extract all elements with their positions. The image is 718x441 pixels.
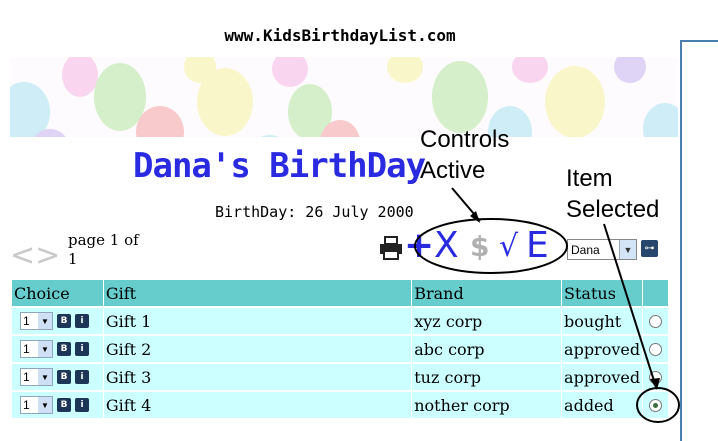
info-icon[interactable]: i: [75, 342, 89, 356]
page-frame-top: [680, 40, 718, 42]
status-cell: approved: [562, 362, 644, 390]
column-header-choice: Choice: [12, 280, 104, 306]
row-select-radio[interactable]: [649, 370, 663, 384]
table-row: 1 ▼ Bi Gift 4 nother corp added: [12, 390, 669, 418]
column-header-status: Status: [562, 280, 644, 306]
go-key-button[interactable]: ⊶: [641, 240, 658, 257]
select-cell: [643, 362, 669, 390]
price-icon[interactable]: $: [470, 230, 489, 264]
quantity-value: 1: [23, 370, 30, 384]
page-indicator-line2: 1: [68, 250, 78, 268]
chevron-down-icon[interactable]: ▼: [38, 369, 52, 385]
edit-icon[interactable]: E: [526, 226, 549, 266]
status-cell: bought: [562, 306, 644, 334]
quantity-value: 1: [23, 398, 30, 412]
info-icon[interactable]: i: [75, 398, 89, 412]
quantity-select[interactable]: 1 ▼: [20, 312, 53, 330]
status-cell: added: [562, 390, 644, 418]
table-header-row: Choice Gift Brand Status: [12, 280, 669, 306]
user-select[interactable]: Dana ▼: [567, 239, 637, 260]
gift-table: Choice Gift Brand Status 1 ▼ Bi Gift 1 xyz c…: [12, 280, 669, 418]
user-select-value: Dana: [571, 242, 600, 257]
page-frame-edge: [680, 40, 682, 441]
quantity-value: 1: [23, 314, 30, 328]
details-b-icon[interactable]: B: [57, 398, 71, 412]
controls-arrow-line: [451, 187, 481, 222]
site-url: www.KidsBirthdayList.com: [224, 26, 456, 45]
brand-cell: nother corp: [412, 390, 563, 418]
annotation-item-selected: Item Selected: [566, 163, 659, 225]
row-select-radio[interactable]: [649, 342, 663, 356]
select-cell: [643, 390, 669, 418]
add-icon[interactable]: +: [404, 228, 434, 264]
pager: <>: [10, 238, 60, 273]
delete-icon[interactable]: X: [434, 226, 459, 266]
column-header-brand: Brand: [412, 280, 563, 306]
quantity-value: 1: [23, 342, 30, 356]
brand-cell: abc corp: [412, 334, 563, 362]
details-b-icon[interactable]: B: [57, 370, 71, 384]
quantity-select[interactable]: 1 ▼: [20, 396, 53, 414]
annotation-item-line1: Item: [566, 165, 613, 192]
select-cell: [643, 334, 669, 362]
chevron-down-icon[interactable]: ▼: [38, 397, 52, 413]
approve-icon[interactable]: √: [499, 228, 518, 266]
info-icon[interactable]: i: [75, 314, 89, 328]
birthday-date: BirthDay: 26 July 2000: [215, 203, 414, 221]
row-select-radio[interactable]: [649, 398, 663, 412]
gift-cell: Gift 4: [103, 390, 413, 418]
table-row: 1 ▼ Bi Gift 2 abc corp approved: [12, 334, 669, 362]
row-select-radio[interactable]: [649, 314, 663, 328]
select-cell: [643, 306, 669, 334]
info-icon[interactable]: i: [75, 370, 89, 384]
table-row: 1 ▼ Bi Gift 3 tuz corp approved: [12, 362, 669, 390]
balloons-image: [10, 57, 678, 137]
annotation-item-line2: Selected: [566, 196, 660, 223]
details-b-icon[interactable]: B: [57, 342, 71, 356]
annotation-controls-line2: Active: [420, 157, 486, 184]
chevron-down-icon[interactable]: ▼: [619, 240, 636, 259]
quantity-select[interactable]: 1 ▼: [20, 368, 53, 386]
choice-cell: 1 ▼ Bi: [12, 362, 104, 390]
gift-cell: Gift 2: [103, 334, 413, 362]
brand-cell: tuz corp: [412, 362, 563, 390]
print-icon[interactable]: [378, 236, 404, 260]
next-page-icon[interactable]: >: [35, 238, 60, 273]
details-b-icon[interactable]: B: [57, 314, 71, 328]
controls-arrow-head: [470, 211, 480, 223]
annotation-controls-active: Controls Active: [420, 124, 509, 186]
balloon-banner: [10, 57, 678, 137]
status-cell: approved: [562, 334, 644, 362]
quantity-select[interactable]: 1 ▼: [20, 340, 53, 358]
page-title: Dana's BirthDay: [133, 146, 426, 186]
choice-cell: 1 ▼ Bi: [12, 390, 104, 418]
column-header-select: [643, 280, 669, 306]
brand-cell: xyz corp: [412, 306, 563, 334]
prev-page-icon[interactable]: <: [10, 238, 35, 273]
gift-cell: Gift 3: [103, 362, 413, 390]
choice-cell: 1 ▼ Bi: [12, 334, 104, 362]
page-indicator: page 1 of 1: [68, 231, 148, 269]
column-header-gift: Gift: [103, 280, 413, 306]
chevron-down-icon[interactable]: ▼: [38, 313, 52, 329]
table-row: 1 ▼ Bi Gift 1 xyz corp bought: [12, 306, 669, 334]
gift-cell: Gift 1: [103, 306, 413, 334]
page-indicator-line1: page 1 of: [68, 231, 139, 249]
annotation-controls-line1: Controls: [420, 126, 510, 153]
chevron-down-icon[interactable]: ▼: [38, 341, 52, 357]
choice-cell: 1 ▼ Bi: [12, 306, 104, 334]
